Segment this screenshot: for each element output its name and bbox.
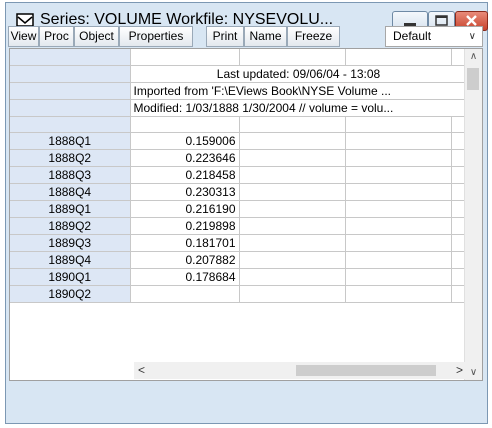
cell[interactable] xyxy=(345,49,452,66)
print-button[interactable]: Print xyxy=(206,26,244,47)
cell[interactable] xyxy=(345,234,452,252)
table-row: 1889Q4 0.207882 xyxy=(10,251,468,269)
row-value[interactable]: 0.181701 xyxy=(130,234,240,252)
row-header xyxy=(10,82,131,100)
cell[interactable] xyxy=(345,166,452,184)
view-button[interactable]: View xyxy=(8,26,39,47)
cell[interactable] xyxy=(345,268,452,286)
cell[interactable] xyxy=(345,200,452,218)
row-value[interactable]: 0.159006 xyxy=(130,132,240,150)
cell[interactable] xyxy=(239,183,346,201)
row-label[interactable]: 1889Q2 xyxy=(10,217,131,235)
row-value[interactable]: 0.219898 xyxy=(130,217,240,235)
cell[interactable] xyxy=(239,234,346,252)
row-value[interactable]: 0.223646 xyxy=(130,149,240,167)
display-format-dropdown[interactable]: Default ∨ xyxy=(385,26,483,47)
horizontal-scroll-thumb[interactable] xyxy=(296,365,436,376)
dropdown-value: Default xyxy=(393,29,432,43)
blank-row xyxy=(10,49,468,66)
cell[interactable] xyxy=(345,149,452,167)
table-row: 1889Q3 0.181701 xyxy=(10,234,468,252)
cell[interactable] xyxy=(239,268,346,286)
toolbar: View Proc Object Properties Print Name F… xyxy=(8,26,485,48)
cell[interactable] xyxy=(239,49,346,66)
last-updated-cell[interactable]: Last updated: 09/06/04 - 13:08 xyxy=(130,65,468,83)
cell[interactable] xyxy=(239,285,346,303)
row-label[interactable]: 1890Q1 xyxy=(10,268,131,286)
row-value[interactable]: 0.218458 xyxy=(130,166,240,184)
row-label[interactable]: 1889Q3 xyxy=(10,234,131,252)
properties-button[interactable]: Properties xyxy=(119,26,193,47)
scroll-up-icon[interactable]: ∧ xyxy=(465,51,482,62)
table-row: 1889Q1 0.216190 xyxy=(10,200,468,218)
series-icon xyxy=(16,13,34,27)
freeze-button[interactable]: Freeze xyxy=(287,26,340,47)
row-value[interactable]: 0.207882 xyxy=(130,251,240,269)
row-label[interactable]: 1890Q2 xyxy=(10,285,131,303)
cell[interactable] xyxy=(345,251,452,269)
header-row: Modified: 1/03/1888 1/30/2004 // volume … xyxy=(10,99,468,117)
spreadsheet-grid[interactable]: Last updated: 09/06/04 - 13:08 Imported … xyxy=(9,48,483,381)
row-label[interactable]: 1889Q4 xyxy=(10,251,131,269)
cell[interactable] xyxy=(239,251,346,269)
cell[interactable] xyxy=(239,132,346,150)
vertical-scroll-thumb[interactable] xyxy=(467,68,479,90)
name-button[interactable]: Name xyxy=(244,26,287,47)
scroll-left-icon[interactable]: < xyxy=(138,362,145,379)
table-row: 1889Q2 0.219898 xyxy=(10,217,468,235)
row-value[interactable]: 0.216190 xyxy=(130,200,240,218)
proc-button[interactable]: Proc xyxy=(39,26,74,47)
row-header xyxy=(10,65,131,83)
row-header xyxy=(10,99,131,117)
chevron-down-icon: ∨ xyxy=(468,31,476,42)
row-label[interactable]: 1888Q1 xyxy=(10,132,131,150)
modified-cell[interactable]: Modified: 1/03/1888 1/30/2004 // volume … xyxy=(130,99,468,117)
cell[interactable] xyxy=(239,116,346,133)
row-label[interactable]: 1888Q4 xyxy=(10,183,131,201)
series-window: Series: VOLUME Workfile: NYSEVOLU... Vie… xyxy=(5,2,488,424)
series-table: Last updated: 09/06/04 - 13:08 Imported … xyxy=(10,49,468,303)
row-label[interactable]: 1889Q1 xyxy=(10,200,131,218)
cell[interactable] xyxy=(345,132,452,150)
table-row: 1890Q1 0.178684 xyxy=(10,268,468,286)
cell[interactable] xyxy=(239,166,346,184)
table-row: 1888Q1 0.159006 xyxy=(10,132,468,150)
row-value[interactable]: 0.230313 xyxy=(130,183,240,201)
row-label[interactable]: 1888Q2 xyxy=(10,149,131,167)
cell[interactable] xyxy=(345,183,452,201)
header-row: Last updated: 09/06/04 - 13:08 xyxy=(10,65,468,83)
object-button[interactable]: Object xyxy=(74,26,119,47)
imported-cell[interactable]: Imported from 'F:\EViews Book\NYSE Volum… xyxy=(130,82,468,100)
row-header xyxy=(10,49,131,66)
scroll-right-icon[interactable]: > xyxy=(456,362,463,379)
cell[interactable] xyxy=(239,200,346,218)
header-row: Imported from 'F:\EViews Book\NYSE Volum… xyxy=(10,82,468,100)
row-value[interactable]: 0.178684 xyxy=(130,268,240,286)
cell[interactable] xyxy=(130,116,240,133)
row-header xyxy=(10,116,131,133)
vertical-scrollbar[interactable]: ∧ ∨ xyxy=(464,49,482,380)
table-row: 1888Q3 0.218458 xyxy=(10,166,468,184)
cell[interactable] xyxy=(345,285,452,303)
cell[interactable] xyxy=(239,149,346,167)
table-row: 1888Q4 0.230313 xyxy=(10,183,468,201)
cell[interactable] xyxy=(130,49,240,66)
horizontal-scrollbar[interactable]: < > xyxy=(134,362,467,379)
table-row: 1888Q2 0.223646 xyxy=(10,149,468,167)
row-value[interactable] xyxy=(130,285,240,303)
table-row: 1890Q2 xyxy=(10,285,468,303)
scroll-down-icon[interactable]: ∨ xyxy=(465,367,482,378)
row-label[interactable]: 1888Q3 xyxy=(10,166,131,184)
cell[interactable] xyxy=(345,116,452,133)
cell[interactable] xyxy=(345,217,452,235)
blank-row xyxy=(10,116,468,133)
cell[interactable] xyxy=(239,217,346,235)
